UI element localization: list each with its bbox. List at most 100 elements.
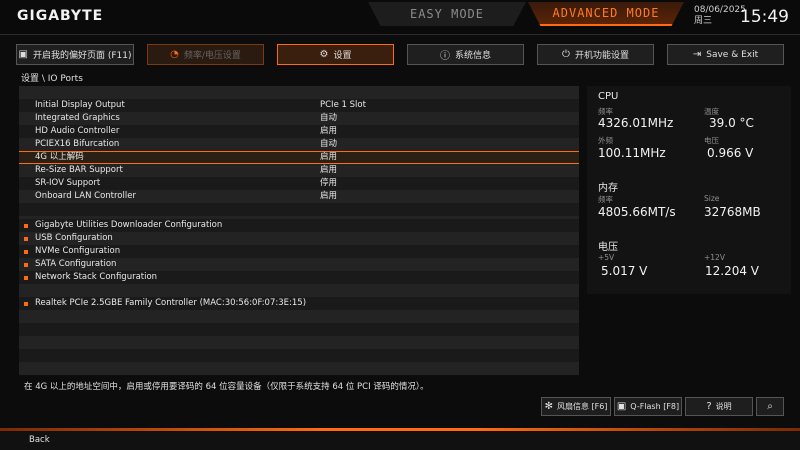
- setting-value[interactable]: 自动: [320, 112, 337, 125]
- nav-settings-label: 设置: [333, 51, 352, 61]
- memory-section-title: 内存: [598, 183, 618, 194]
- cpu-volt-value: 0.966 V: [707, 146, 754, 160]
- help-label: 说明: [715, 402, 732, 411]
- submenu-nvme-configuration[interactable]: NVMe Configuration: [19, 245, 579, 258]
- fan-info-button[interactable]: ✻ 风扇信息 [F6]: [541, 397, 611, 416]
- power-icon: ⏻: [562, 49, 570, 60]
- exit-icon: ⇥: [692, 49, 702, 60]
- nav-sysinfo-label: 系统信息: [454, 51, 491, 61]
- favorite-icon: ▣: [18, 49, 28, 60]
- list-row-spacer: [19, 336, 579, 349]
- submenu-label: Gigabyte Utilities Downloader Configurat…: [35, 220, 223, 230]
- list-row-spacer: [19, 349, 579, 362]
- setting-integrated-graphics[interactable]: Integrated Graphics 自动: [19, 112, 579, 125]
- setting-label: Initial Display Output: [35, 100, 125, 110]
- settings-list: Initial Display Output PCIe 1 Slot Integ…: [19, 86, 579, 378]
- nav-boot-button[interactable]: ⏻ 开机功能设置: [537, 44, 654, 65]
- submenu-label: Realtek PCIe 2.5GBE Family Controller (M…: [35, 298, 307, 308]
- list-row-spacer: [19, 310, 579, 323]
- submenu-bullet-icon: [24, 276, 28, 280]
- list-row-spacer: [19, 323, 579, 336]
- easy-mode-label: EASY MODE: [409, 7, 485, 21]
- submenu-realtek-lan-device[interactable]: Realtek PCIe 2.5GBE Family Controller (M…: [19, 297, 579, 310]
- footer-bar: [0, 431, 800, 450]
- setting-above-4g-decoding[interactable]: 4G 以上解码 启用: [19, 151, 579, 164]
- cpu-volt-label: 电压: [704, 136, 719, 145]
- clock: 15:49: [740, 7, 789, 27]
- submenu-bullet-icon: [24, 263, 28, 267]
- header-divider: [0, 34, 800, 35]
- setting-value[interactable]: 停用: [320, 177, 337, 190]
- date-text: 08/06/2025: [694, 5, 746, 15]
- nav-tweaker-button[interactable]: ◔ 频率/电压设置: [147, 44, 264, 65]
- advanced-mode-tab[interactable]: ADVANCED MODE: [528, 2, 684, 26]
- setting-resize-bar-support[interactable]: Re-Size BAR Support 启用: [19, 164, 579, 177]
- nav-favorites-button[interactable]: ▣ 开启我的偏好页面 (F11): [16, 44, 134, 65]
- help-description: 在 4G 以上的地址空间中，启用或停用要译码的 64 位容量设备（仅限于系统支持…: [24, 382, 429, 392]
- submenu-network-stack-configuration[interactable]: Network Stack Configuration: [19, 271, 579, 284]
- q-flash-label: Q-Flash [F8]: [630, 402, 680, 411]
- nav-settings-button[interactable]: ⚙ 设置: [277, 44, 394, 65]
- back-button[interactable]: Back: [29, 435, 50, 445]
- fan-icon: ✻: [544, 401, 553, 412]
- setting-value[interactable]: PCIe 1 Slot: [320, 99, 366, 112]
- voltage-section-title: 电压: [598, 242, 618, 253]
- setting-pciex16-bifurcation[interactable]: PCIEX16 Bifurcation 自动: [19, 138, 579, 151]
- q-flash-button[interactable]: ▣ Q-Flash [F8]: [614, 397, 682, 416]
- setting-label: HD Audio Controller: [35, 126, 120, 136]
- voltage-12v-value: 12.204 V: [705, 264, 760, 278]
- memory-size-value: 32768MB: [704, 205, 761, 219]
- setting-label: 4G 以上解码: [35, 152, 84, 162]
- setting-label: PCIEX16 Bifurcation: [35, 139, 120, 149]
- easy-mode-tab[interactable]: EASY MODE: [368, 2, 526, 26]
- nav-boot-label: 开机功能设置: [574, 51, 629, 61]
- hardware-info-panel: CPU 频率 4326.01MHz 温度 39.0 °C 外频 100.11MH…: [587, 86, 791, 294]
- info-icon: ⓘ: [439, 51, 450, 62]
- setting-sr-iov-support[interactable]: SR-IOV Support 停用: [19, 177, 579, 190]
- cpu-temp-value: 39.0 °C: [709, 116, 754, 130]
- memory-freq-value: 4805.66MT/s: [598, 205, 676, 219]
- setting-initial-display-output[interactable]: Initial Display Output PCIe 1 Slot: [19, 99, 579, 112]
- submenu-usb-configuration[interactable]: USB Configuration: [19, 232, 579, 245]
- nav-sysinfo-button[interactable]: ⓘ 系统信息: [407, 44, 524, 65]
- gear-icon: ⚙: [319, 49, 329, 60]
- setting-onboard-lan-controller[interactable]: Onboard LAN Controller 启用: [19, 190, 579, 203]
- submenu-sata-configuration[interactable]: SATA Configuration: [19, 258, 579, 271]
- nav-save-exit-button[interactable]: ⇥ Save & Exit: [667, 44, 784, 65]
- setting-value[interactable]: 启用: [320, 164, 337, 177]
- setting-value[interactable]: 自动: [320, 138, 337, 151]
- advanced-mode-label: ADVANCED MODE: [552, 6, 660, 20]
- cpu-freq-value: 4326.01MHz: [598, 116, 674, 130]
- submenu-bullet-icon: [24, 224, 28, 228]
- setting-value[interactable]: 启用: [320, 125, 337, 138]
- nav-favorites-label: 开启我的偏好页面 (F11): [32, 51, 132, 61]
- list-row-spacer: [19, 284, 579, 297]
- help-button[interactable]: ? 说明: [685, 397, 753, 416]
- search-button[interactable]: ⌕: [756, 397, 784, 416]
- fan-info-label: 风扇信息 [F6]: [556, 402, 608, 411]
- memory-size-label: Size: [704, 194, 720, 203]
- voltage-5v-value: 5.017 V: [601, 264, 648, 278]
- submenu-bullet-icon: [24, 237, 28, 241]
- setting-value[interactable]: 启用: [320, 190, 337, 203]
- submenu-label: Network Stack Configuration: [35, 272, 158, 282]
- breadcrumb: 设置 \ IO Ports: [21, 74, 83, 84]
- submenu-gigabyte-utilities-downloader[interactable]: Gigabyte Utilities Downloader Configurat…: [19, 219, 579, 232]
- flash-icon: ▣: [616, 401, 627, 412]
- setting-hd-audio-controller[interactable]: HD Audio Controller 启用: [19, 125, 579, 138]
- nav-tweaker-label: 频率/电压设置: [183, 51, 241, 61]
- cpu-ext-label: 外频: [598, 136, 613, 145]
- cpu-section-title: CPU: [598, 91, 619, 102]
- submenu-bullet-icon: [24, 302, 28, 306]
- weekday-text: 周三: [694, 16, 713, 26]
- list-row-spacer: [19, 203, 579, 216]
- setting-label: Onboard LAN Controller: [35, 191, 136, 201]
- setting-value[interactable]: 启用: [320, 152, 337, 163]
- search-icon: ⌕: [767, 401, 773, 412]
- submenu-label: NVMe Configuration: [35, 246, 121, 256]
- submenu-label: SATA Configuration: [35, 259, 117, 269]
- setting-label: Integrated Graphics: [35, 113, 120, 123]
- submenu-label: USB Configuration: [35, 233, 113, 243]
- top-bar: GIGABYTE EASY MODE ADVANCED MODE 08/06/2…: [0, 0, 800, 34]
- help-icon: ?: [706, 401, 712, 412]
